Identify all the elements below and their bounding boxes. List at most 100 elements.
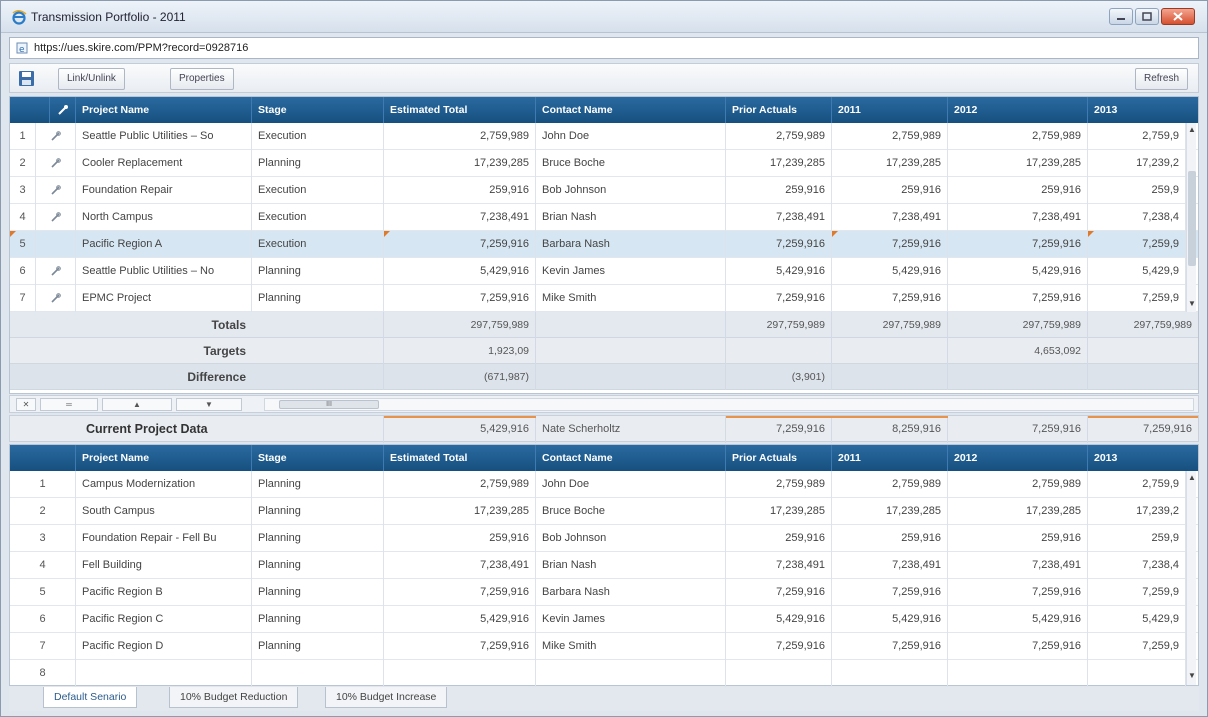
table-row[interactable]: 8: [10, 660, 1198, 687]
cell-stage[interactable]: Planning: [252, 285, 384, 312]
top-scroll-thumb[interactable]: [1188, 171, 1196, 266]
cell-2013[interactable]: 2,759,9: [1088, 471, 1186, 498]
cell-estimated-total[interactable]: 5,429,916: [384, 606, 536, 633]
cell-2013[interactable]: 259,9: [1088, 525, 1186, 552]
cell-stage[interactable]: Execution: [252, 231, 384, 258]
cell-2011[interactable]: 7,238,491: [832, 552, 948, 579]
cell-contact-name[interactable]: Mike Smith: [536, 633, 726, 660]
tab-default-scenario[interactable]: Default Senario: [43, 687, 138, 708]
move-up-button[interactable]: ▲: [102, 398, 172, 411]
cell-prior-actuals[interactable]: 259,916: [726, 177, 832, 204]
cell-2013[interactable]: 2,759,9: [1088, 123, 1186, 150]
header-stage[interactable]: Stage: [252, 445, 384, 471]
cell-stage[interactable]: Execution: [252, 204, 384, 231]
cell-project-name[interactable]: Pacific Region B: [76, 579, 252, 606]
cell-project-name[interactable]: Fell Building: [76, 552, 252, 579]
cell-prior-actuals[interactable]: 2,759,989: [726, 123, 832, 150]
bottom-vertical-scrollbar[interactable]: ▲ ▼: [1186, 471, 1196, 685]
table-row[interactable]: 7 EPMC Project Planning 7,259,916 Mike Smith…: [10, 285, 1198, 312]
cell-stage[interactable]: Planning: [252, 525, 384, 552]
cell-2012[interactable]: 259,916: [948, 177, 1088, 204]
link-cell[interactable]: [36, 285, 76, 312]
cell-2012[interactable]: 7,259,916: [948, 633, 1088, 660]
cell-estimated-total[interactable]: 7,259,916: [384, 633, 536, 660]
cell-stage[interactable]: Planning: [252, 633, 384, 660]
cell-2011[interactable]: 17,239,285: [832, 498, 948, 525]
cell-2011[interactable]: 2,759,989: [832, 123, 948, 150]
cell-2013[interactable]: 7,259,9: [1088, 633, 1186, 660]
cell-2013[interactable]: 259,9: [1088, 177, 1186, 204]
cell-2012[interactable]: 5,429,916: [948, 258, 1088, 285]
refresh-button[interactable]: Refresh: [1134, 68, 1188, 90]
move-down-button[interactable]: ▼: [176, 398, 242, 411]
cell-prior-actuals[interactable]: 7,259,916: [726, 285, 832, 312]
scroll-down-icon[interactable]: ▼: [1188, 299, 1196, 308]
cell-2012[interactable]: 2,759,989: [948, 123, 1088, 150]
horizontal-scrollbar[interactable]: III: [264, 398, 1194, 411]
header-project-name[interactable]: Project Name: [76, 445, 252, 471]
properties-button[interactable]: Properties: [170, 68, 234, 90]
cell-2011[interactable]: 7,259,916: [832, 231, 948, 258]
resize-handle[interactable]: ═: [40, 398, 98, 411]
cell-2012[interactable]: 5,429,916: [948, 606, 1088, 633]
cell-contact-name[interactable]: Barbara Nash: [536, 231, 726, 258]
table-row[interactable]: 5 Pacific Region A Execution 7,259,916 Barba…: [10, 231, 1198, 258]
cell-2011[interactable]: 5,429,916: [832, 258, 948, 285]
table-row[interactable]: 6 Pacific Region C Planning 5,429,916 Kevin …: [10, 606, 1198, 633]
cell-2011[interactable]: 2,759,989: [832, 471, 948, 498]
cell-project-name[interactable]: Pacific Region A: [76, 231, 252, 258]
cell-contact-name[interactable]: Kevin James: [536, 606, 726, 633]
cell-2011[interactable]: 259,916: [832, 177, 948, 204]
table-row[interactable]: 7 Pacific Region D Planning 7,259,916 Mike S…: [10, 633, 1198, 660]
header-contact-name[interactable]: Contact Name: [536, 445, 726, 471]
cell-2013[interactable]: 17,239,2: [1088, 150, 1186, 177]
cell-2013[interactable]: 17,239,2: [1088, 498, 1186, 525]
scroll-up-icon[interactable]: ▲: [1188, 125, 1196, 134]
collapse-button[interactable]: ✕: [16, 398, 36, 411]
cell-prior-actuals[interactable]: 259,916: [726, 525, 832, 552]
cell-project-name[interactable]: Seattle Public Utilities – So: [76, 123, 252, 150]
cell-prior-actuals[interactable]: 7,259,916: [726, 579, 832, 606]
header-estimated-total[interactable]: Estimated Total: [384, 445, 536, 471]
table-row[interactable]: 1 Seattle Public Utilities – So Execution 2…: [10, 123, 1198, 150]
cell-stage[interactable]: Planning: [252, 150, 384, 177]
table-row[interactable]: 2 South Campus Planning 17,239,285 Bruce Boc…: [10, 498, 1198, 525]
table-row[interactable]: 3 Foundation Repair Execution 259,916 Bob Jo…: [10, 177, 1198, 204]
link-cell[interactable]: [36, 204, 76, 231]
horizontal-scroll-thumb[interactable]: III: [279, 400, 379, 409]
save-icon[interactable]: [18, 70, 35, 87]
cell-2011[interactable]: 17,239,285: [832, 150, 948, 177]
cell-2012[interactable]: 2,759,989: [948, 471, 1088, 498]
link-cell[interactable]: [36, 150, 76, 177]
cell-prior-actuals[interactable]: 7,259,916: [726, 633, 832, 660]
cell-contact-name[interactable]: Brian Nash: [536, 552, 726, 579]
cell-2012[interactable]: 17,239,285: [948, 150, 1088, 177]
cell-contact-name[interactable]: Bob Johnson: [536, 525, 726, 552]
cell-estimated-total[interactable]: 7,259,916: [384, 579, 536, 606]
cell-prior-actuals[interactable]: [726, 660, 832, 687]
cell-2013[interactable]: 7,259,9: [1088, 285, 1186, 312]
cell-prior-actuals[interactable]: 17,239,285: [726, 150, 832, 177]
cell-stage[interactable]: Planning: [252, 258, 384, 285]
cell-prior-actuals[interactable]: 2,759,989: [726, 471, 832, 498]
table-row[interactable]: 1 Campus Modernization Planning 2,759,989 Jo…: [10, 471, 1198, 498]
cell-contact-name[interactable]: Kevin James: [536, 258, 726, 285]
cell-estimated-total[interactable]: 259,916: [384, 177, 536, 204]
address-bar[interactable]: e https://ues.skire.com/PPM?record=09287…: [9, 37, 1199, 59]
minimize-button[interactable]: [1109, 8, 1133, 25]
cell-2012[interactable]: 259,916: [948, 525, 1088, 552]
cell-project-name[interactable]: North Campus: [76, 204, 252, 231]
top-vertical-scrollbar[interactable]: ▲ ▼: [1186, 123, 1196, 312]
header-2013[interactable]: 2013: [1088, 97, 1198, 123]
header-2011[interactable]: 2011: [832, 97, 948, 123]
cell-stage[interactable]: Planning: [252, 579, 384, 606]
cell-project-name[interactable]: Foundation Repair - Fell Bu: [76, 525, 252, 552]
scroll-down-icon[interactable]: ▼: [1188, 671, 1196, 680]
header-prior-actuals[interactable]: Prior Actuals: [726, 97, 832, 123]
cell-stage[interactable]: Execution: [252, 177, 384, 204]
cell-2013[interactable]: 7,238,4: [1088, 552, 1186, 579]
cell-2013[interactable]: 7,259,9: [1088, 231, 1186, 258]
cell-2012[interactable]: 7,238,491: [948, 552, 1088, 579]
cell-stage[interactable]: Execution: [252, 123, 384, 150]
cell-2012[interactable]: 7,259,916: [948, 231, 1088, 258]
